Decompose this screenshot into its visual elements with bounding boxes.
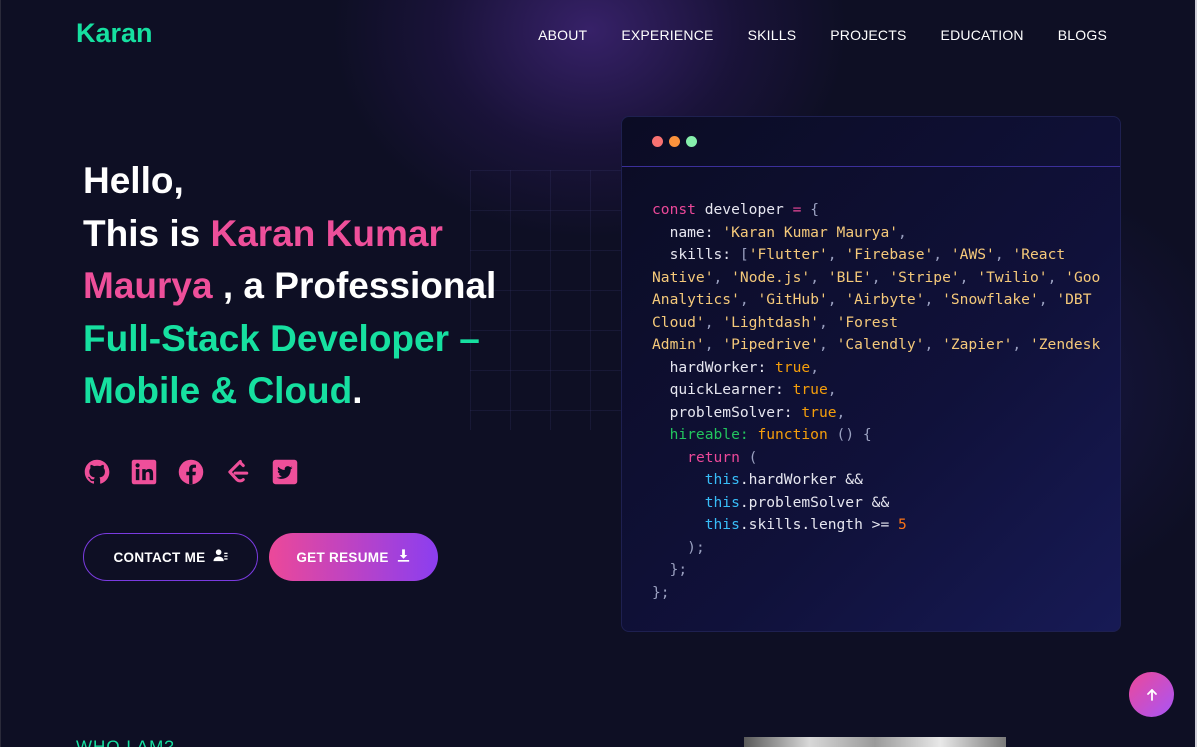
scroll-to-top-button[interactable]: [1129, 672, 1174, 717]
arrow-up-icon: [1146, 688, 1157, 701]
code-quicklearner-key: quickLearner:: [669, 381, 784, 398]
window-dot-green: [686, 136, 697, 147]
code-const-keyword: const: [652, 201, 696, 218]
social-links: [83, 458, 299, 486]
code-hardworker-key: hardWorker:: [669, 358, 767, 376]
code-window: const developer = { name: 'Karan Kumar M…: [621, 116, 1121, 632]
window-dot-orange: [669, 136, 680, 147]
code-snippet: const developer = { name: 'Karan Kumar M…: [652, 201, 1101, 601]
hero-hello: Hello,: [83, 160, 184, 201]
leetcode-icon[interactable]: [224, 458, 252, 486]
hero-this-is: This is: [83, 212, 211, 254]
contact-me-button[interactable]: CONTACT ME: [83, 533, 258, 581]
linkedin-icon[interactable]: [130, 458, 158, 486]
profile-photo: [744, 737, 1006, 747]
nav-item-education[interactable]: EDUCATION: [941, 27, 1024, 43]
window-dot-red: [652, 136, 663, 147]
code-problemsolver-key: problemSolver:: [669, 403, 793, 421]
contact-me-label: CONTACT ME: [113, 549, 206, 565]
nav-item-experience[interactable]: EXPERIENCE: [621, 27, 713, 43]
github-icon[interactable]: [83, 458, 111, 486]
main-nav: ABOUT EXPERIENCE SKILLS PROJECTS EDUCATI…: [538, 27, 1107, 43]
get-resume-label: GET RESUME: [296, 549, 389, 565]
get-resume-button[interactable]: GET RESUME: [269, 533, 438, 581]
code-variable-name: developer: [704, 201, 784, 218]
user-contact-icon: [212, 548, 228, 566]
code-name-value: 'Karan Kumar Maurya': [722, 223, 899, 241]
twitter-icon[interactable]: [271, 458, 299, 486]
hero-professional: , a Professional: [212, 265, 497, 306]
code-window-header: [622, 117, 1120, 167]
nav-item-about[interactable]: ABOUT: [538, 27, 587, 43]
window-edge-left: [0, 0, 1, 747]
nav-item-blogs[interactable]: BLOGS: [1058, 27, 1107, 43]
hero-heading: Hello, This is Karan Kumar Maurya , a Pr…: [83, 155, 553, 418]
site-logo[interactable]: Karan: [76, 18, 153, 49]
download-icon: [396, 548, 411, 566]
code-hireable-key: hireable:: [669, 426, 749, 443]
facebook-icon[interactable]: [177, 458, 205, 486]
code-name-key: name:: [669, 223, 714, 241]
code-skills-key: skills:: [669, 246, 732, 263]
hero-period: .: [352, 370, 363, 411]
nav-item-skills[interactable]: SKILLS: [748, 27, 797, 43]
section-title-who-i-am: WHO I AM?: [76, 737, 175, 747]
hero-role: Full-Stack Developer – Mobile & Cloud: [83, 317, 480, 412]
nav-item-projects[interactable]: PROJECTS: [830, 27, 906, 43]
